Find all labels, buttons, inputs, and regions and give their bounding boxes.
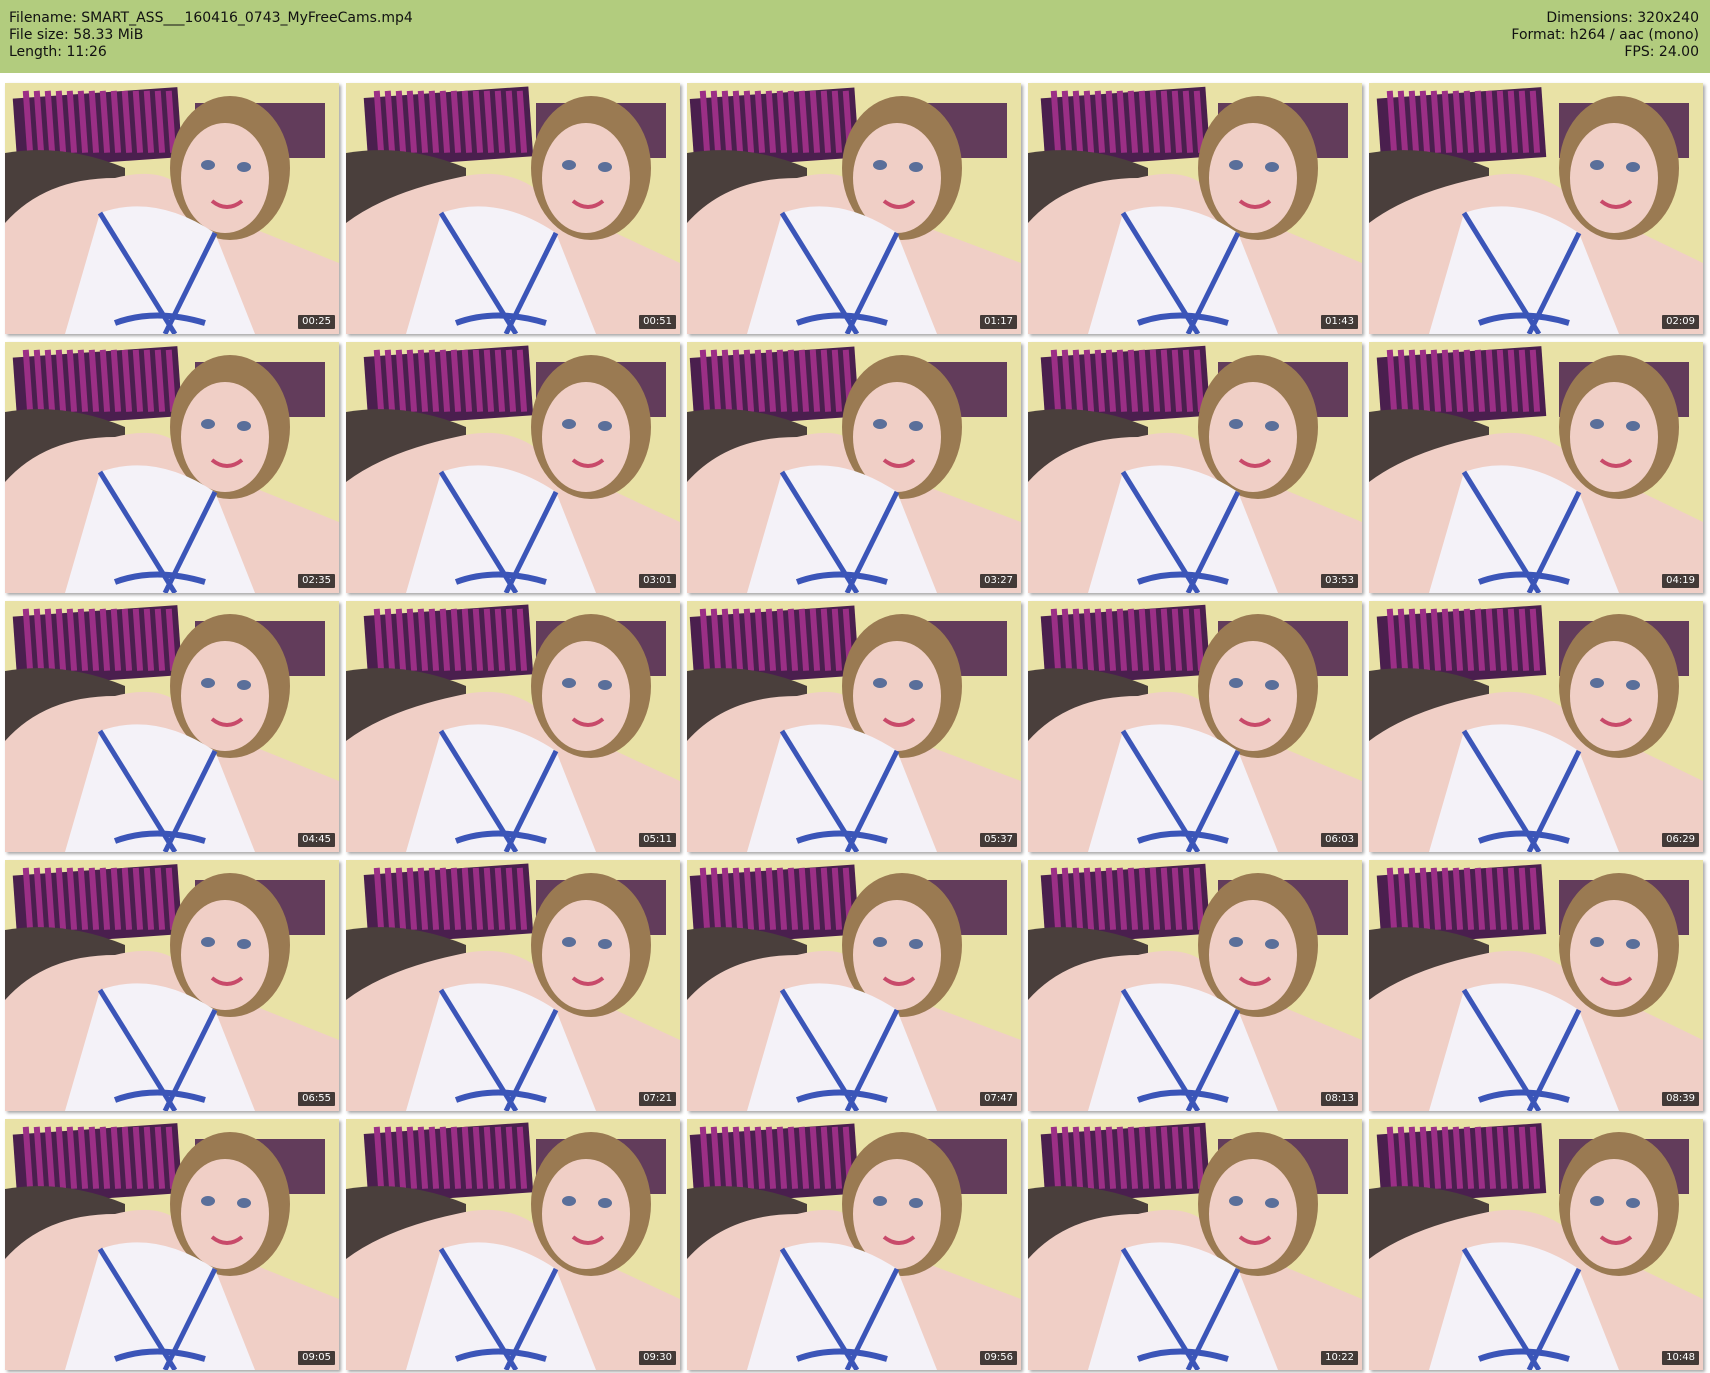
timestamp-label: 10:22: [1321, 1351, 1358, 1365]
file-size-label: File size: 58.33 MiB: [9, 27, 144, 43]
timestamp-label: 06:55: [298, 1092, 335, 1106]
video-thumbnail[interactable]: 03:27: [687, 342, 1021, 593]
timestamp-label: 09:30: [639, 1351, 676, 1365]
video-thumbnail[interactable]: 10:22: [1028, 1119, 1362, 1370]
video-thumbnail[interactable]: 06:03: [1028, 601, 1362, 852]
timestamp-label: 04:45: [298, 833, 335, 847]
timestamp-label: 09:56: [980, 1351, 1017, 1365]
video-frame: [1028, 342, 1362, 593]
video-frame: [1028, 83, 1362, 334]
timestamp-label: 01:17: [980, 315, 1017, 329]
video-frame: [1028, 1119, 1362, 1370]
video-thumbnail[interactable]: 04:45: [5, 601, 339, 852]
timestamp-label: 03:53: [1321, 574, 1358, 588]
timestamp-label: 05:11: [639, 833, 676, 847]
timestamp-label: 03:01: [639, 574, 676, 588]
dimensions-label: Dimensions: 320x240: [1546, 10, 1699, 26]
video-thumbnail[interactable]: 08:13: [1028, 860, 1362, 1111]
video-thumbnail[interactable]: 06:29: [1369, 601, 1703, 852]
video-thumbnail[interactable]: 05:37: [687, 601, 1021, 852]
timestamp-label: 02:35: [298, 574, 335, 588]
timestamp-label: 10:48: [1662, 1351, 1699, 1365]
timestamp-label: 00:51: [639, 315, 676, 329]
timestamp-label: 01:43: [1321, 315, 1358, 329]
video-thumbnail[interactable]: 02:09: [1369, 83, 1703, 334]
video-frame: [1028, 860, 1362, 1111]
thumbnail-grid: 00:25 00:51 01:17 01:43 02:09 02:35 03:0…: [5, 83, 1707, 1370]
video-thumbnail[interactable]: 09:30: [346, 1119, 680, 1370]
video-frame: [687, 342, 1021, 593]
filename-label: Filename: SMART_ASS___160416_0743_MyFree…: [9, 10, 413, 26]
video-frame: [5, 1119, 339, 1370]
video-thumbnail[interactable]: 05:11: [346, 601, 680, 852]
video-thumbnail[interactable]: 07:21: [346, 860, 680, 1111]
timestamp-label: 02:09: [1662, 315, 1699, 329]
timestamp-label: 09:05: [298, 1351, 335, 1365]
video-frame: [1369, 83, 1703, 334]
video-frame: [1369, 1119, 1703, 1370]
fps-label: FPS: 24.00: [1624, 44, 1699, 60]
timestamp-label: 07:47: [980, 1092, 1017, 1106]
video-frame: [687, 601, 1021, 852]
video-thumbnail[interactable]: 07:47: [687, 860, 1021, 1111]
video-thumbnail[interactable]: 06:55: [5, 860, 339, 1111]
video-thumbnail[interactable]: 09:05: [5, 1119, 339, 1370]
video-frame: [687, 1119, 1021, 1370]
timestamp-label: 04:19: [1662, 574, 1699, 588]
contact-sheet-header: Filename: SMART_ASS___160416_0743_MyFree…: [0, 0, 1710, 73]
video-thumbnail[interactable]: 04:19: [1369, 342, 1703, 593]
timestamp-label: 00:25: [298, 315, 335, 329]
video-frame: [346, 860, 680, 1111]
file-info-left: Filename: SMART_ASS___160416_0743_MyFree…: [9, 10, 413, 61]
video-frame: [1369, 342, 1703, 593]
video-frame: [1369, 860, 1703, 1111]
timestamp-label: 05:37: [980, 833, 1017, 847]
video-thumbnail[interactable]: 01:43: [1028, 83, 1362, 334]
video-frame: [687, 83, 1021, 334]
video-frame: [346, 1119, 680, 1370]
video-thumbnail[interactable]: 10:48: [1369, 1119, 1703, 1370]
video-thumbnail[interactable]: 01:17: [687, 83, 1021, 334]
timestamp-label: 06:29: [1662, 833, 1699, 847]
video-frame: [1369, 601, 1703, 852]
timestamp-label: 06:03: [1321, 833, 1358, 847]
timestamp-label: 08:13: [1321, 1092, 1358, 1106]
video-thumbnail[interactable]: 09:56: [687, 1119, 1021, 1370]
video-thumbnail[interactable]: 03:53: [1028, 342, 1362, 593]
video-frame: [346, 83, 680, 334]
timestamp-label: 07:21: [639, 1092, 676, 1106]
length-label: Length: 11:26: [9, 44, 107, 60]
video-frame: [5, 860, 339, 1111]
format-label: Format: h264 / aac (mono): [1511, 27, 1699, 43]
video-thumbnail[interactable]: 00:25: [5, 83, 339, 334]
video-frame: [5, 83, 339, 334]
video-frame: [346, 601, 680, 852]
video-thumbnail[interactable]: 08:39: [1369, 860, 1703, 1111]
video-thumbnail[interactable]: 02:35: [5, 342, 339, 593]
timestamp-label: 08:39: [1662, 1092, 1699, 1106]
timestamp-label: 03:27: [980, 574, 1017, 588]
video-frame: [346, 342, 680, 593]
file-info-right: Dimensions: 320x240 Format: h264 / aac (…: [1511, 10, 1699, 61]
video-thumbnail[interactable]: 03:01: [346, 342, 680, 593]
video-frame: [1028, 601, 1362, 852]
video-frame: [5, 601, 339, 852]
video-thumbnail[interactable]: 00:51: [346, 83, 680, 334]
video-frame: [5, 342, 339, 593]
video-frame: [687, 860, 1021, 1111]
